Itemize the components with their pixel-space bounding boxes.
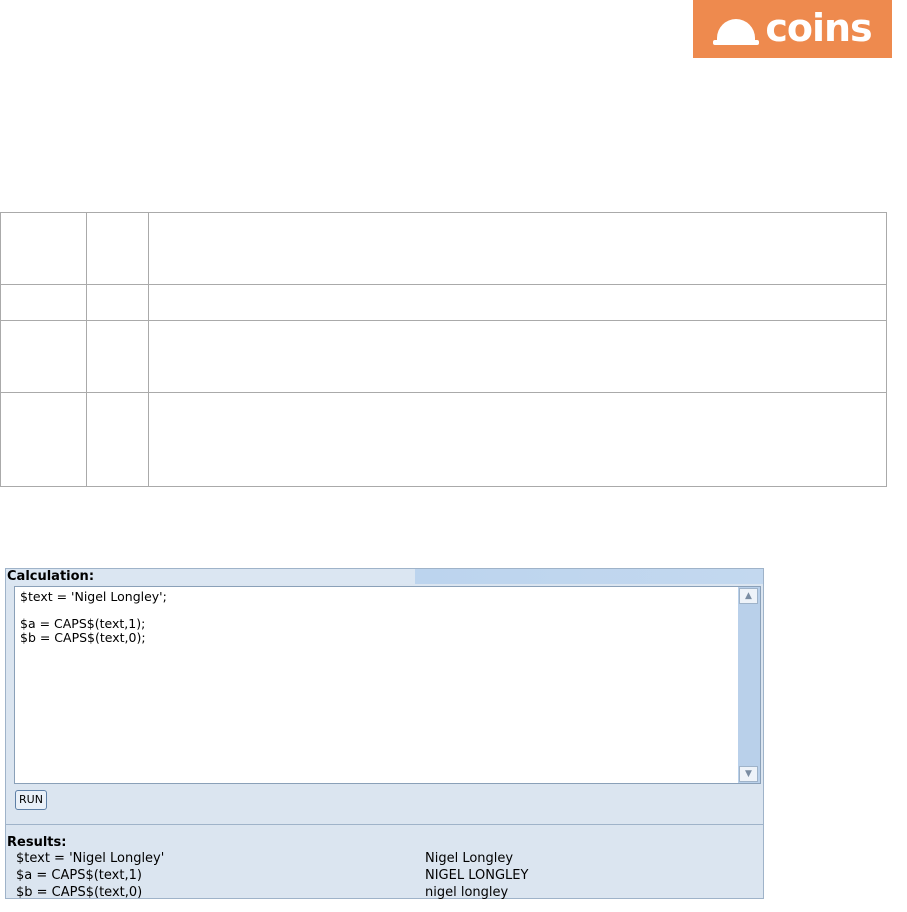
scroll-down-arrow-icon[interactable]: ▼	[739, 766, 758, 782]
calculation-header: Calculation:	[6, 569, 763, 584]
table-cell	[0, 391, 87, 488]
code-text: $text = 'Nigel Longley'; $a = CAPS$(text…	[20, 590, 167, 644]
table-cell	[148, 320, 887, 393]
result-row: $a = CAPS$(text,1) NIGEL LONGLEY	[16, 867, 756, 884]
results-title: Results:	[7, 835, 67, 850]
table-cell	[0, 211, 87, 286]
result-expression: $b = CAPS$(text,0)	[16, 885, 143, 900]
result-row: $b = CAPS$(text,0) nigel longley	[16, 884, 756, 901]
scroll-up-arrow-icon[interactable]: ▲	[739, 588, 758, 604]
table-row	[0, 211, 887, 286]
run-button[interactable]: RUN	[15, 790, 47, 810]
divider	[6, 824, 763, 825]
code-line: $b = CAPS$(text,0);	[20, 629, 146, 645]
vertical-scrollbar[interactable]: ▲ ▼	[738, 587, 760, 783]
hard-hat-icon	[713, 19, 760, 45]
calculation-panel: Calculation: $text = 'Nigel Longley'; $a…	[5, 568, 764, 901]
logo-wordmark: coins	[765, 6, 872, 50]
result-value: nigel longley	[425, 885, 509, 900]
table-cell	[0, 284, 87, 322]
result-value: Nigel Longley	[425, 851, 514, 866]
code-line: $a = CAPS$(text,1);	[20, 616, 146, 631]
empty-table	[0, 211, 887, 488]
result-expression: $a = CAPS$(text,1)	[16, 868, 142, 883]
result-row: $text = 'Nigel Longley' Nigel Longley	[16, 850, 756, 867]
table-row	[0, 284, 887, 322]
result-value: NIGEL LONGLEY	[425, 868, 529, 883]
code-line: $text = 'Nigel Longley';	[20, 589, 167, 604]
table-cell	[86, 391, 149, 488]
table-cell	[148, 391, 887, 488]
table-cell	[86, 320, 149, 393]
table-cell	[86, 284, 149, 322]
table-row	[0, 320, 887, 393]
table-row	[0, 391, 887, 488]
table-cell	[86, 211, 149, 286]
result-expression: $text = 'Nigel Longley'	[16, 851, 165, 866]
table-cell	[0, 320, 87, 393]
results-list: $text = 'Nigel Longley' Nigel Longley $a…	[16, 850, 756, 901]
table-cell	[148, 284, 887, 322]
coins-logo: coins	[693, 0, 892, 58]
calculation-editor[interactable]: $text = 'Nigel Longley'; $a = CAPS$(text…	[14, 586, 761, 784]
table-cell	[148, 211, 887, 286]
